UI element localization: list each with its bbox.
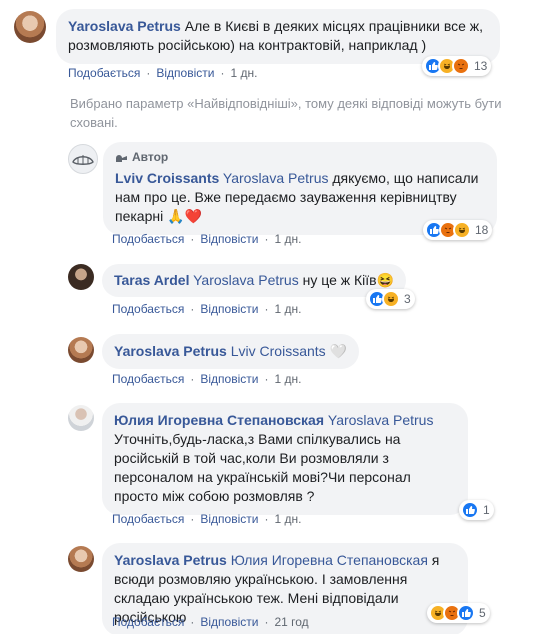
- reaction-count: 18: [475, 223, 489, 237]
- comment-actions: Подобається · Відповісти · 1 дн.: [112, 302, 301, 316]
- comment-mention[interactable]: Yaroslava Petrus: [193, 272, 299, 288]
- like-button[interactable]: Подобається: [112, 302, 184, 316]
- comment-text: ну це ж Кіїв😆: [302, 272, 395, 288]
- haha-icon: [453, 221, 471, 239]
- comment-text: Уточніть,будь-ласка,з Вами спілкувались …: [114, 431, 411, 504]
- separator: ·: [146, 66, 151, 80]
- reply-button[interactable]: Відповісти: [200, 232, 258, 246]
- reaction-count: 13: [474, 59, 488, 73]
- reply-button[interactable]: Відповісти: [200, 512, 258, 526]
- avatar[interactable]: [68, 264, 94, 290]
- comment-author[interactable]: Taras Ardel: [114, 272, 189, 288]
- reply-button[interactable]: Відповісти: [156, 66, 214, 80]
- avatar[interactable]: [68, 546, 94, 572]
- separator: ·: [190, 302, 195, 316]
- reaction-summary[interactable]: 1: [459, 500, 494, 520]
- reaction-count: 1: [483, 503, 490, 517]
- comment-mention[interactable]: Yaroslava Petrus: [223, 170, 329, 186]
- like-button[interactable]: Подобається: [112, 615, 184, 629]
- like-icon: [461, 501, 479, 519]
- comment-bubble: Юлия Игоревна Степановская Yaroslava Pet…: [102, 403, 468, 515]
- author-badge: Автор: [115, 148, 485, 167]
- comment-actions: Подобається · Відповісти · 21 год: [112, 615, 309, 629]
- like-button[interactable]: Подобається: [112, 232, 184, 246]
- like-button[interactable]: Подобається: [112, 372, 184, 386]
- comment-author[interactable]: Yaroslava Petrus: [68, 18, 181, 34]
- reaction-count: 3: [404, 292, 411, 306]
- separator: ·: [190, 372, 195, 386]
- comment-timestamp[interactable]: 1 дн.: [274, 372, 301, 386]
- reply-button[interactable]: Відповісти: [200, 302, 258, 316]
- avatar[interactable]: [14, 11, 46, 43]
- separator: ·: [220, 66, 225, 80]
- like-button[interactable]: Подобається: [112, 512, 184, 526]
- comment-timestamp[interactable]: 1 дн.: [274, 512, 301, 526]
- separator: ·: [264, 372, 269, 386]
- reaction-count: 5: [479, 606, 486, 620]
- avatar[interactable]: [68, 405, 94, 431]
- reaction-summary[interactable]: 3: [366, 289, 415, 309]
- comment-mention[interactable]: Lviv Croissants: [231, 343, 326, 359]
- comment-mention[interactable]: Юлия Игоревна Степановская: [231, 552, 428, 568]
- page-avatar[interactable]: [68, 144, 98, 174]
- reply-button[interactable]: Відповісти: [200, 372, 258, 386]
- reaction-summary[interactable]: 13: [422, 56, 492, 76]
- comment-author[interactable]: Yaroslava Petrus: [114, 343, 227, 359]
- comment-author[interactable]: Lviv Croissants: [115, 170, 219, 186]
- comment-text: 🤍: [329, 343, 347, 359]
- comment-actions: Подобається · Відповісти · 1 дн.: [112, 512, 301, 526]
- comment-timestamp[interactable]: 1 дн.: [274, 302, 301, 316]
- reaction-summary[interactable]: 18: [423, 220, 493, 240]
- comment-timestamp[interactable]: 21 год: [274, 615, 308, 629]
- comment-timestamp[interactable]: 1 дн.: [230, 66, 257, 80]
- avatar[interactable]: [68, 337, 94, 363]
- comment-author[interactable]: Юлия Игоревна Степановская: [114, 412, 324, 428]
- comment-author[interactable]: Yaroslava Petrus: [114, 552, 227, 568]
- comment-mention[interactable]: Yaroslava Petrus: [328, 412, 434, 428]
- separator: ·: [190, 615, 195, 629]
- separator: ·: [264, 615, 269, 629]
- haha-icon: [382, 290, 400, 308]
- comment-bubble: Taras Ardel Yaroslava Petrus ну це ж Кії…: [102, 264, 407, 297]
- separator: ·: [190, 232, 195, 246]
- like-button[interactable]: Подобається: [68, 66, 140, 80]
- reaction-summary[interactable]: 5: [427, 603, 490, 623]
- author-badge-icon: [116, 154, 127, 162]
- comment-bubble: Yaroslava Petrus Lviv Croissants 🤍: [102, 334, 359, 369]
- comment-actions: Подобається · Відповісти · 1 дн.: [68, 66, 257, 80]
- separator: ·: [264, 512, 269, 526]
- separator: ·: [264, 232, 269, 246]
- comment-actions: Подобається · Відповісти · 1 дн.: [112, 372, 301, 386]
- filter-notice: Вибрано параметр «Найвідповідніші», тому…: [70, 96, 502, 130]
- comment-actions: Подобається · Відповісти · 1 дн.: [112, 232, 301, 246]
- separator: ·: [190, 512, 195, 526]
- like-icon: [457, 604, 475, 622]
- angry-icon: [452, 57, 470, 75]
- reply-button[interactable]: Відповісти: [200, 615, 258, 629]
- author-badge-label: Автор: [132, 150, 169, 164]
- separator: ·: [264, 302, 269, 316]
- comment-timestamp[interactable]: 1 дн.: [274, 232, 301, 246]
